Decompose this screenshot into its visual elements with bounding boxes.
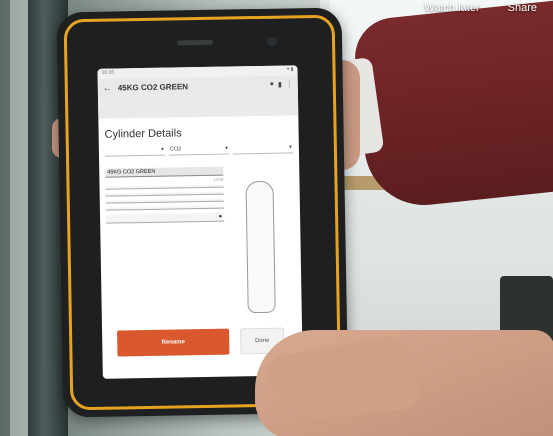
- status-icons: ▾ ▮: [286, 66, 294, 73]
- cylinder-name-field[interactable]: 45KG CO2 GREEN 14/16: [105, 166, 224, 184]
- more-icon[interactable]: ⋮: [286, 80, 293, 88]
- info-icon[interactable]: ●: [270, 81, 274, 89]
- rename-button[interactable]: Rename: [117, 328, 230, 357]
- tablet-camera-icon: [266, 36, 278, 47]
- arm-sleeve: [351, 0, 553, 211]
- tablet-speaker: [176, 39, 214, 46]
- page-title: Cylinder Details: [104, 127, 182, 141]
- header-actions: ● ▮ ⋮: [270, 80, 293, 89]
- selector-row: ▾ CO2 ▾ ▾: [99, 141, 299, 158]
- select-value: CO2: [169, 146, 182, 153]
- field-label: [108, 207, 222, 209]
- header-title: 45KG CO2 GREEN: [117, 81, 189, 92]
- liquid-level-field[interactable]: [105, 191, 224, 198]
- circumference-field[interactable]: [105, 198, 224, 205]
- delete-icon[interactable]: ▮: [278, 81, 282, 89]
- back-arrow-icon[interactable]: ←: [103, 83, 112, 93]
- share-button[interactable]: Share: [508, 2, 537, 14]
- field-label: [108, 200, 222, 202]
- field-value: 45KG CO2 GREEN: [107, 168, 156, 176]
- field-label: [108, 193, 222, 195]
- video-overlay-bar: Watch later Share: [424, 0, 553, 14]
- agent-select[interactable]: CO2 ▾: [168, 144, 229, 156]
- wall-thickness-field[interactable]: ●: [106, 212, 225, 225]
- chevron-down-icon: ▾: [289, 144, 292, 151]
- photo-scene: 10:26 ▾ ▮ ← 45KG CO2 GREEN ● ▮ ⋮ Cylinde…: [0, 0, 553, 436]
- temperature-field[interactable]: [105, 205, 224, 212]
- watch-later-button[interactable]: Watch later: [424, 2, 479, 14]
- status-time: 10:26: [101, 69, 115, 76]
- cylinder-type-select[interactable]: ▾: [104, 145, 166, 157]
- cylinder-illustration: [245, 180, 276, 314]
- help-icon[interactable]: ●: [219, 214, 222, 220]
- chevron-down-icon: ▾: [161, 146, 164, 153]
- field-label: [108, 186, 222, 188]
- cylinder-form: 45KG CO2 GREEN 14/16 ●: [105, 166, 225, 228]
- char-counter: 14/16: [213, 176, 224, 182]
- tablet-screen: 10:26 ▾ ▮ ← 45KG CO2 GREEN ● ▮ ⋮ Cylinde…: [97, 65, 303, 379]
- chevron-down-icon: ▾: [225, 145, 228, 152]
- unit-select[interactable]: ▾: [232, 143, 293, 155]
- height-field[interactable]: [105, 184, 224, 191]
